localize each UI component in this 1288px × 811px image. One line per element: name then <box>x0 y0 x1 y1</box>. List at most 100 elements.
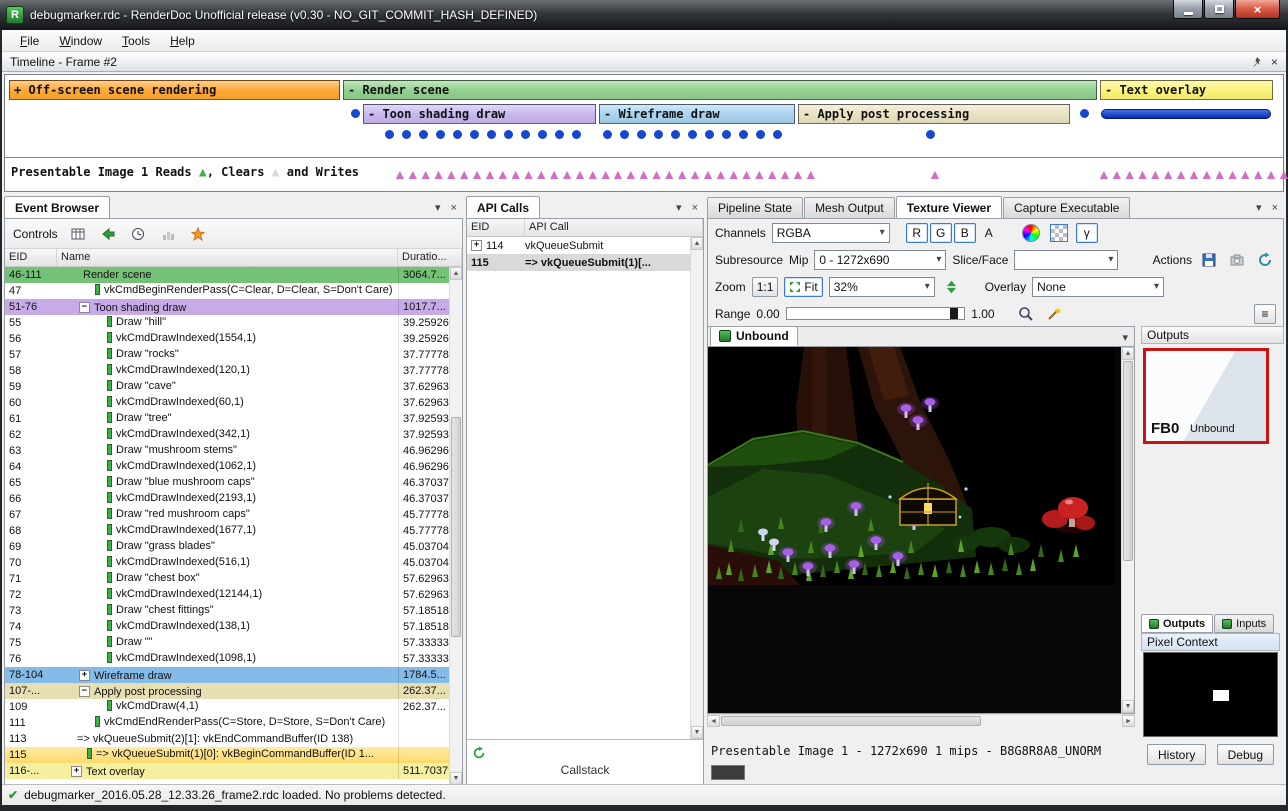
tab-pipeline-state[interactable]: Pipeline State <box>707 197 803 218</box>
zoom-percent-combo[interactable]: 32%▾ <box>829 277 935 297</box>
event-row-64[interactable]: 64vkCmdDrawIndexed(1062,1)46.96296 <box>5 459 449 475</box>
scroll-thumb[interactable] <box>451 417 461 637</box>
event-row-70[interactable]: 70vkCmdDrawIndexed(516,1)45.03704 <box>5 555 449 571</box>
event-row-69[interactable]: 69Draw "grass blades"45.03704 <box>5 539 449 555</box>
expand-icon[interactable]: + <box>71 766 82 777</box>
timeline-bar[interactable]: - Apply post processing <box>798 104 1070 124</box>
timeline-bar[interactable]: + Off-screen scene rendering <box>9 80 340 100</box>
event-row-57[interactable]: 57Draw "rocks"37.77778 <box>5 347 449 363</box>
texture-viewer-close-icon[interactable]: × <box>1272 202 1278 214</box>
statistics-button[interactable] <box>158 224 178 244</box>
texture-vertical-scrollbar[interactable]: ▲ ▼ <box>1121 347 1134 713</box>
event-row-56[interactable]: 56vkCmdDrawIndexed(1554,1)39.25926 <box>5 331 449 347</box>
time-draws-button[interactable] <box>128 224 148 244</box>
expand-icon[interactable]: + <box>79 670 90 681</box>
event-row-58[interactable]: 58vkCmdDrawIndexed(120,1)37.77778 <box>5 363 449 379</box>
timeline-bar[interactable]: - Wireframe draw <box>599 104 795 124</box>
dock-menu-icon[interactable]: ▾ <box>1256 201 1262 214</box>
range-max-value[interactable]: 1.00 <box>971 307 994 321</box>
history-button[interactable]: History <box>1147 744 1206 765</box>
event-row-78-104[interactable]: 78-104+Wireframe draw1784.5... <box>5 667 449 683</box>
channel-a-button[interactable]: A <box>978 223 1000 243</box>
scroll-thumb[interactable] <box>1123 361 1133 561</box>
range-slider[interactable] <box>786 307 965 320</box>
timeline-panel[interactable]: + Off-screen scene rendering- Render sce… <box>4 74 1284 192</box>
event-row-74[interactable]: 74vkCmdDrawIndexed(138,1)57.18518 <box>5 619 449 635</box>
menu-window[interactable]: Window <box>49 31 112 51</box>
menu-tools[interactable]: Tools <box>112 31 160 51</box>
timeline-bar[interactable]: - Render scene <box>343 80 1097 100</box>
api-call-row-114[interactable]: +114vkQueueSubmit <box>467 237 690 254</box>
channel-r-button[interactable]: R <box>906 223 928 243</box>
channel-b-button[interactable]: B <box>954 223 976 243</box>
scroll-up-icon[interactable]: ▲ <box>450 267 462 280</box>
zoom-range-button[interactable] <box>1015 304 1037 324</box>
api-calls-close-icon[interactable]: × <box>692 202 698 214</box>
dock-menu-icon[interactable]: ▾ <box>676 201 682 214</box>
event-row-46-111[interactable]: 46-111Render scene3064.7... <box>5 267 449 283</box>
texture-horizontal-scrollbar[interactable]: ◄ ► <box>707 714 1135 727</box>
event-row-73[interactable]: 73Draw "chest fittings"57.18518 <box>5 603 449 619</box>
timeline-bar[interactable]: - Text overlay <box>1100 80 1273 100</box>
range-slider-handle[interactable] <box>950 308 958 319</box>
collapse-icon[interactable]: − <box>79 302 90 313</box>
maximize-button[interactable] <box>1204 0 1234 19</box>
texture-tab-list-icon[interactable]: ▾ <box>1122 331 1128 344</box>
event-row-113[interactable]: 113=> vkQueueSubmit(2)[1]: vkEndCommandB… <box>5 731 449 747</box>
tab-capture-executable[interactable]: Capture Executable <box>1003 197 1130 218</box>
overlay-dropdown[interactable]: None▾ <box>1032 277 1164 297</box>
event-row-59[interactable]: 59Draw "cave"37.62963 <box>5 379 449 395</box>
channels-dropdown[interactable]: RGBA▾ <box>772 223 890 243</box>
menu-help[interactable]: Help <box>160 31 205 51</box>
tab-inputs[interactable]: Inputs <box>1214 614 1274 633</box>
event-row-115[interactable]: 115=> vkQueueSubmit(1)[0]: vkBeginComman… <box>5 747 449 763</box>
collapse-icon[interactable]: − <box>79 686 90 697</box>
pin-icon[interactable] <box>1251 56 1263 68</box>
fit-button[interactable]: Fit <box>784 277 822 297</box>
event-row-47[interactable]: 47vkCmdBeginRenderPass(C=Clear, D=Clear,… <box>5 283 449 299</box>
snapshot-button[interactable] <box>1226 250 1248 270</box>
callstack-refresh-icon[interactable] <box>472 746 486 760</box>
scroll-up-icon[interactable]: ▲ <box>691 237 703 250</box>
dock-menu-icon[interactable]: ▾ <box>435 201 441 214</box>
tab-outputs[interactable]: Outputs <box>1141 614 1213 633</box>
event-row-66[interactable]: 66vkCmdDrawIndexed(2193,1)46.37037 <box>5 491 449 507</box>
bookmark-button[interactable] <box>188 224 208 244</box>
tab-mesh-output[interactable]: Mesh Output <box>804 197 895 218</box>
event-row-63[interactable]: 63Draw "mushroom stems"46.96296 <box>5 443 449 459</box>
colorwheel-button[interactable] <box>1020 223 1042 243</box>
tab-api-calls[interactable]: API Calls <box>466 196 540 218</box>
timeline-close-icon[interactable]: × <box>1271 55 1278 69</box>
scroll-down-icon[interactable]: ▼ <box>691 726 703 739</box>
toolbar-overflow-button[interactable]: ≡ <box>1254 304 1276 324</box>
event-row-51-76[interactable]: 51-76−Toon shading draw1017.7... <box>5 299 449 315</box>
autofit-range-button[interactable] <box>1043 304 1065 324</box>
tab-event-browser[interactable]: Event Browser <box>4 196 110 218</box>
background-checker-button[interactable] <box>1048 223 1070 243</box>
menu-file[interactable]: File <box>10 31 49 51</box>
scroll-thumb[interactable] <box>721 716 981 726</box>
close-button[interactable]: × <box>1235 0 1280 19</box>
api-calls-scrollbar[interactable]: ▲ ▼ <box>690 237 703 739</box>
range-min-value[interactable]: 0.00 <box>756 307 779 321</box>
api-calls-column-headers[interactable]: EID API Call <box>467 219 703 237</box>
event-row-109[interactable]: 109vkCmdDraw(4,1)262.37... <box>5 699 449 715</box>
refresh-button[interactable] <box>1254 250 1276 270</box>
event-row-68[interactable]: 68vkCmdDrawIndexed(1677,1)45.77778 <box>5 523 449 539</box>
tab-unbound-texture[interactable]: Unbound <box>710 326 798 346</box>
event-row-76[interactable]: 76vkCmdDrawIndexed(1098,1)57.33333 <box>5 651 449 667</box>
titlebar[interactable]: R debugmarker.rdc - RenderDoc Unofficial… <box>0 0 1288 30</box>
expand-icon[interactable]: + <box>471 240 482 251</box>
scroll-up-icon[interactable]: ▲ <box>1122 347 1134 360</box>
scroll-down-icon[interactable]: ▼ <box>1122 700 1134 713</box>
scroll-left-icon[interactable]: ◄ <box>707 715 720 727</box>
save-texture-button[interactable] <box>1198 250 1220 270</box>
event-row-111[interactable]: 111vkCmdEndRenderPass(C=Store, D=Store, … <box>5 715 449 731</box>
flip-y-button[interactable] <box>941 277 963 297</box>
event-row-72[interactable]: 72vkCmdDrawIndexed(12144,1)57.62963 <box>5 587 449 603</box>
zoom-1to1-button[interactable]: 1:1 <box>752 277 779 297</box>
event-row-60[interactable]: 60vkCmdDrawIndexed(60,1)37.62963 <box>5 395 449 411</box>
event-row-67[interactable]: 67Draw "red mushroom caps"45.77778 <box>5 507 449 523</box>
timeline-bar[interactable]: - Toon shading draw <box>363 104 596 124</box>
event-row-71[interactable]: 71Draw "chest box"57.62963 <box>5 571 449 587</box>
